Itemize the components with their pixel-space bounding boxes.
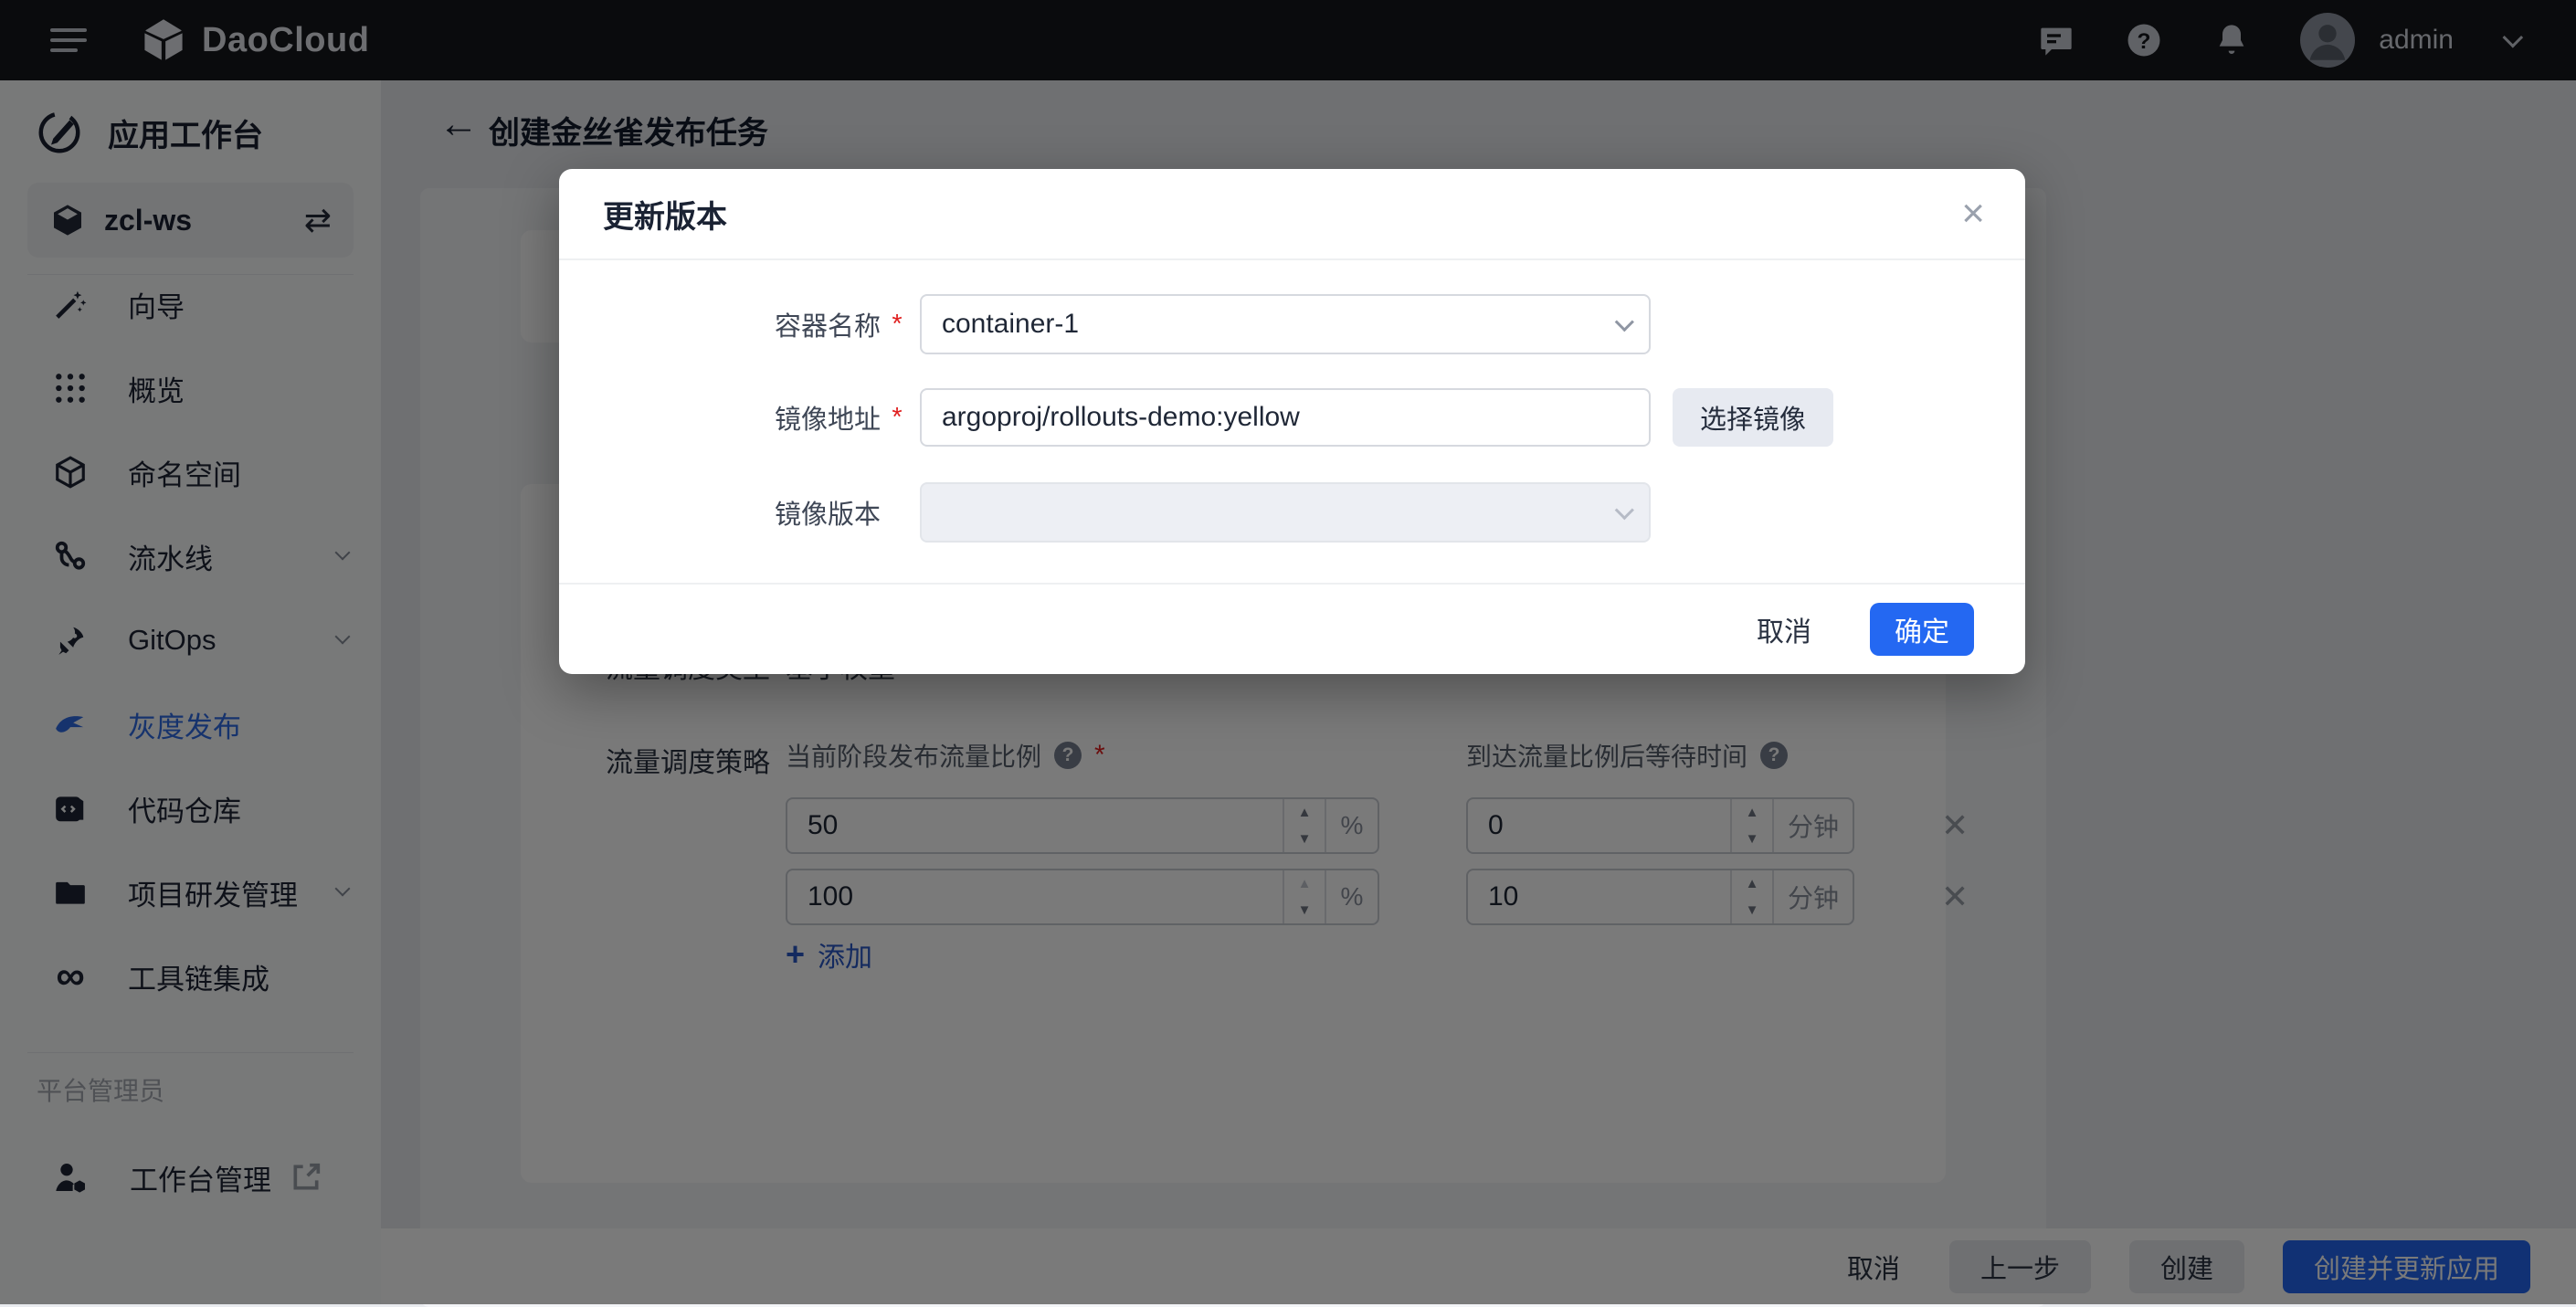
container-name-label: 容器名称 [559,305,881,343]
container-name-select[interactable]: container-1 [920,294,1651,354]
update-version-modal: 更新版本 × 容器名称 * container-1 镜像地址 * 选择镜像 镜像… [559,169,2025,674]
modal-title: 更新版本 [603,192,1961,237]
image-address-label: 镜像地址 [559,398,881,437]
image-version-select[interactable] [920,482,1651,543]
image-address-row: 镜像地址 * 选择镜像 [559,388,2025,447]
container-name-value: container-1 [942,309,1615,340]
select-image-button[interactable]: 选择镜像 [1673,388,1833,447]
chevron-down-icon [1615,312,1634,332]
modal-header: 更新版本 × [559,169,2025,260]
container-name-row: 容器名称 * container-1 [559,294,2025,354]
required-asterisk: * [888,403,906,433]
required-asterisk: * [888,310,906,340]
modal-footer: 取消 确定 [559,583,2025,674]
modal-ok-button[interactable]: 确定 [1870,603,1974,656]
image-version-label: 镜像版本 [559,493,881,532]
modal-cancel-button[interactable]: 取消 [1757,609,1811,649]
chevron-down-icon [1615,501,1634,520]
image-version-row: 镜像版本 [559,482,2025,543]
image-address-input[interactable] [942,402,1629,433]
image-address-field [920,388,1651,447]
close-icon[interactable]: × [1961,194,1985,234]
